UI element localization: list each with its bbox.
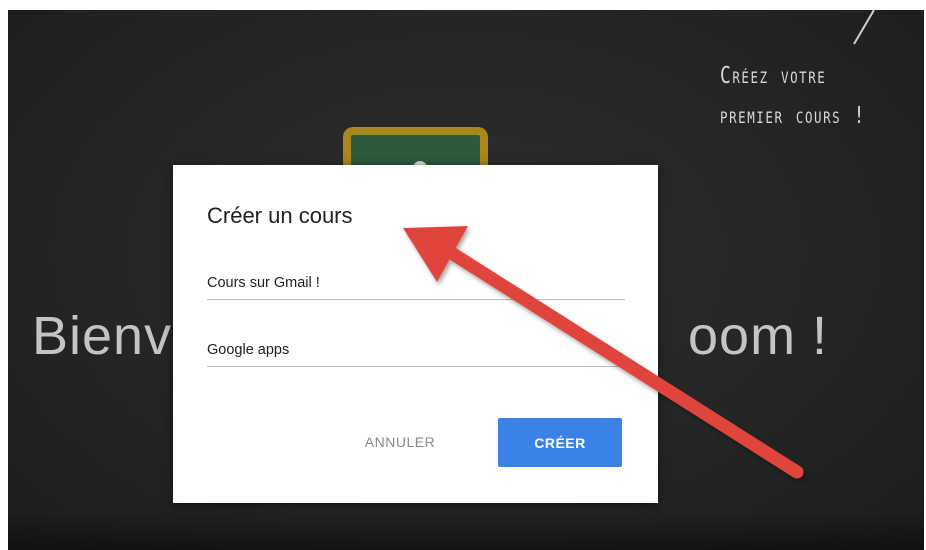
- create-course-dialog: Créer un cours Cours sur Gmail ! Google …: [173, 165, 658, 503]
- welcome-heading-end: oom !: [688, 306, 829, 366]
- create-button[interactable]: CRÉER: [498, 418, 622, 467]
- dialog-title: Créer un cours: [207, 203, 353, 228]
- chalk-note-create-first-course: Créez votre premier cours !: [720, 63, 866, 129]
- cancel-button[interactable]: ANNULER: [345, 418, 455, 466]
- course-name-input[interactable]: Cours sur Gmail !: [207, 275, 625, 300]
- welcome-heading-start: Bienv: [32, 306, 173, 366]
- chalk-stroke-decoration: [853, 10, 875, 45]
- course-section-input[interactable]: Google apps: [207, 342, 625, 367]
